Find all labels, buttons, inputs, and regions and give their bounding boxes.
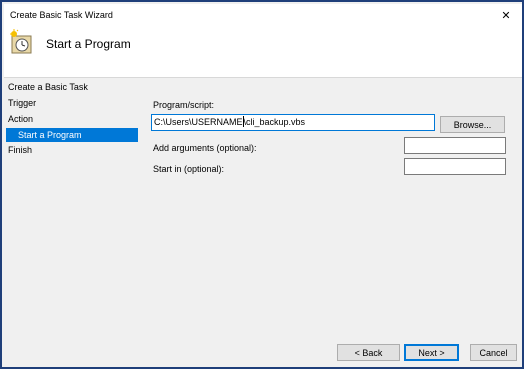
program-script-input[interactable]: C:\Users\USERNAME\cli_backup.vbs	[151, 114, 435, 131]
title-bar: Create Basic Task Wizard ✕	[4, 4, 522, 26]
nav-item-finish[interactable]: Finish	[8, 145, 32, 155]
back-button[interactable]: < Back	[337, 344, 400, 361]
start-in-input[interactable]	[404, 158, 506, 175]
arguments-input[interactable]	[404, 137, 506, 154]
close-button[interactable]: ✕	[498, 7, 514, 23]
page-title: Start a Program	[46, 37, 131, 51]
arguments-label: Add arguments (optional):	[153, 143, 257, 153]
close-icon: ✕	[501, 9, 511, 22]
wizard-window: Create Basic Task Wizard ✕ Start a Progr…	[0, 0, 524, 369]
program-value-part1: C:\Users\USERNAME	[154, 117, 243, 127]
nav-item-trigger[interactable]: Trigger	[8, 98, 36, 108]
program-script-label: Program/script:	[153, 100, 215, 110]
task-clock-icon	[10, 29, 32, 54]
wizard-header: Start a Program	[4, 26, 522, 78]
window-title: Create Basic Task Wizard	[10, 10, 113, 20]
nav-item-start-a-program[interactable]: Start a Program	[6, 128, 138, 142]
browse-button[interactable]: Browse...	[440, 116, 505, 133]
start-in-label: Start in (optional):	[153, 164, 225, 174]
program-value-part2: \cli_backup.vbs	[243, 117, 306, 127]
cancel-button[interactable]: Cancel	[470, 344, 517, 361]
nav-item-create-basic-task[interactable]: Create a Basic Task	[8, 82, 88, 92]
next-button[interactable]: Next >	[404, 344, 459, 361]
nav-item-action[interactable]: Action	[8, 114, 33, 124]
wizard-steps-nav: Create a Basic Task Trigger Action Start…	[4, 80, 138, 360]
